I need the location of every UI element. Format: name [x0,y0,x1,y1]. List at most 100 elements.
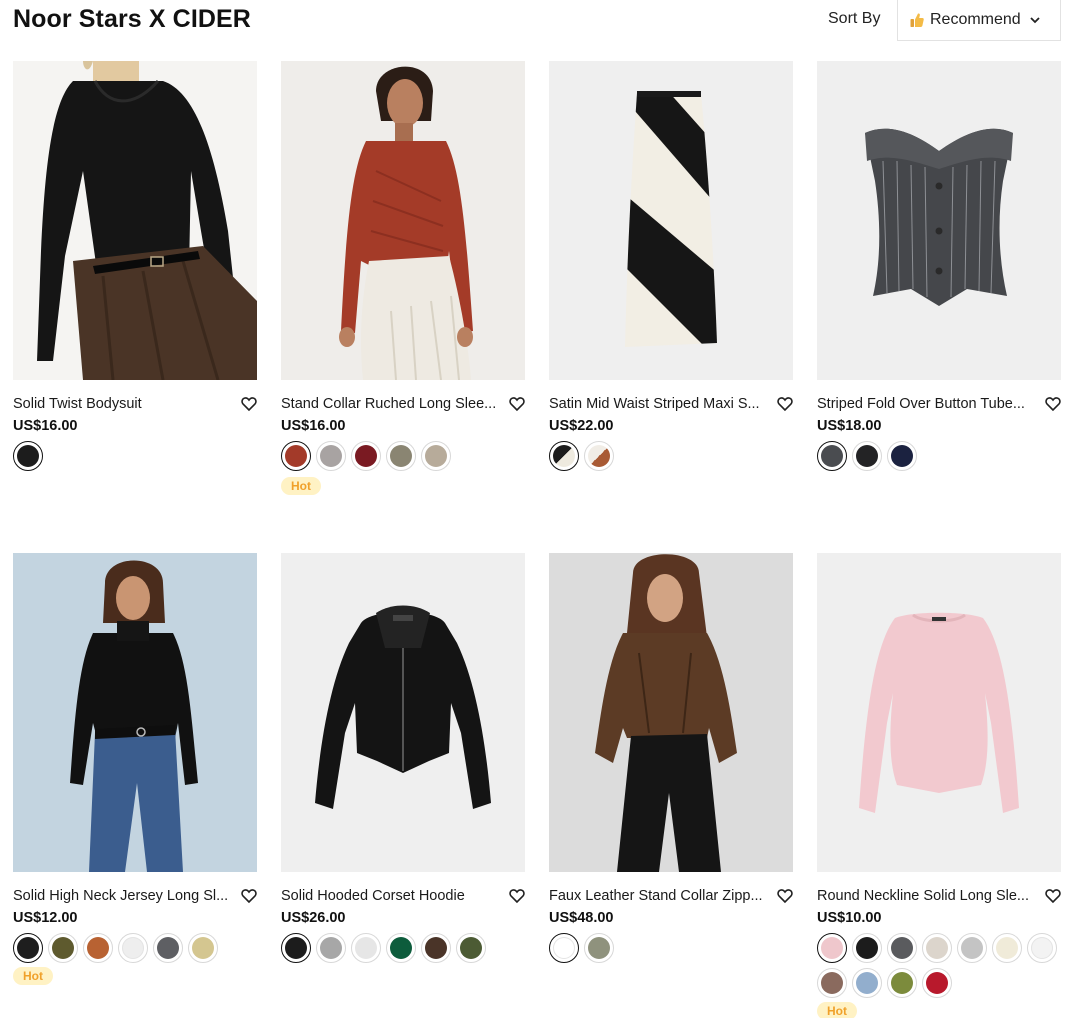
swatch-color [355,445,377,467]
sort-value: Recommend [930,11,1021,28]
swatch-color [820,444,843,467]
product-image[interactable] [13,61,257,380]
product-name[interactable]: Satin Mid Waist Striped Maxi S... [549,396,773,412]
color-swatch[interactable] [922,968,952,998]
chevron-down-icon [1030,17,1040,24]
swatch-color [820,936,843,959]
product-price: US$12.00 [13,910,78,926]
product-image[interactable] [281,553,525,872]
color-swatch[interactable] [386,933,416,963]
swatch-color [588,937,610,959]
swatch-color [284,444,307,467]
product-name[interactable]: Striped Fold Over Button Tube... [817,396,1041,412]
swatch-color [552,936,575,959]
product-price: US$16.00 [281,418,346,434]
color-swatch[interactable] [13,441,43,471]
swatch-color [16,936,39,959]
color-swatch[interactable] [421,933,451,963]
heart-icon[interactable] [777,888,793,904]
color-swatch[interactable] [351,933,381,963]
swatch-color [16,444,39,467]
swatch-color [425,445,447,467]
swatch-color [52,937,74,959]
product-name[interactable]: Round Neckline Solid Long Sle... [817,888,1041,904]
color-swatch[interactable] [13,933,43,963]
product-price: US$22.00 [549,418,614,434]
color-swatch[interactable] [584,933,614,963]
color-swatch[interactable] [887,968,917,998]
color-swatch[interactable] [118,933,148,963]
color-swatch[interactable] [153,933,183,963]
heart-icon[interactable] [509,888,525,904]
swatch-color [926,937,948,959]
swatch-color [891,972,913,994]
page-header: Noor Stars X CIDER Sort By Recommend [0,0,1080,42]
color-swatch[interactable] [351,441,381,471]
product-name[interactable]: Solid Hooded Corset Hoodie [281,888,505,904]
swatch-color [355,937,377,959]
color-swatch[interactable] [817,441,847,471]
color-swatch[interactable] [1027,933,1057,963]
color-swatch[interactable] [922,933,952,963]
color-swatch[interactable] [83,933,113,963]
swatch-color [87,937,109,959]
color-swatch[interactable] [456,933,486,963]
heart-icon[interactable] [509,396,525,412]
color-swatch[interactable] [887,933,917,963]
color-swatch[interactable] [386,441,416,471]
swatch-color [425,937,447,959]
color-swatch[interactable] [549,441,579,471]
swatch-color [856,937,878,959]
color-swatch[interactable] [316,933,346,963]
color-swatch[interactable] [852,968,882,998]
color-swatch[interactable] [281,441,311,471]
product-image[interactable] [817,61,1061,380]
product-name[interactable]: Stand Collar Ruched Long Slee... [281,396,505,412]
page-title: Noor Stars X CIDER [13,5,251,33]
swatch-color [320,937,342,959]
heart-icon[interactable] [241,396,257,412]
product-image[interactable] [817,553,1061,872]
color-swatch[interactable] [421,441,451,471]
product-name[interactable]: Faux Leather Stand Collar Zipp... [549,888,773,904]
hot-badge: Hot [281,477,321,495]
heart-icon[interactable] [1045,888,1061,904]
color-swatch[interactable] [992,933,1022,963]
color-swatch[interactable] [584,441,614,471]
swatch-color [157,937,179,959]
swatch-color [122,937,144,959]
color-swatch[interactable] [887,441,917,471]
color-swatch[interactable] [852,933,882,963]
color-swatch[interactable] [281,933,311,963]
product-image[interactable] [549,61,793,380]
swatch-color [926,972,948,994]
color-swatch[interactable] [817,968,847,998]
color-swatch[interactable] [817,933,847,963]
product-price: US$18.00 [817,418,882,434]
thumbs-up-icon [910,13,924,27]
product-image[interactable] [549,553,793,872]
heart-icon[interactable] [1045,396,1061,412]
color-swatch[interactable] [957,933,987,963]
color-swatch[interactable] [188,933,218,963]
color-swatch[interactable] [48,933,78,963]
product-name[interactable]: Solid Twist Bodysuit [13,396,237,412]
swatch-color [961,937,983,959]
color-swatch[interactable] [316,441,346,471]
swatch-color [891,937,913,959]
heart-icon[interactable] [241,888,257,904]
swatch-color [821,972,843,994]
swatch-color [1031,937,1053,959]
swatch-color [460,937,482,959]
swatch-color [390,445,412,467]
sort-dropdown[interactable]: Recommend [897,0,1061,41]
swatch-color [996,937,1018,959]
heart-icon[interactable] [777,396,793,412]
swatch-color [390,937,412,959]
product-image[interactable] [13,553,257,872]
product-name[interactable]: Solid High Neck Jersey Long Sl... [13,888,237,904]
product-image[interactable] [281,61,525,380]
color-swatch[interactable] [549,933,579,963]
color-swatch[interactable] [852,441,882,471]
swatch-color [320,445,342,467]
